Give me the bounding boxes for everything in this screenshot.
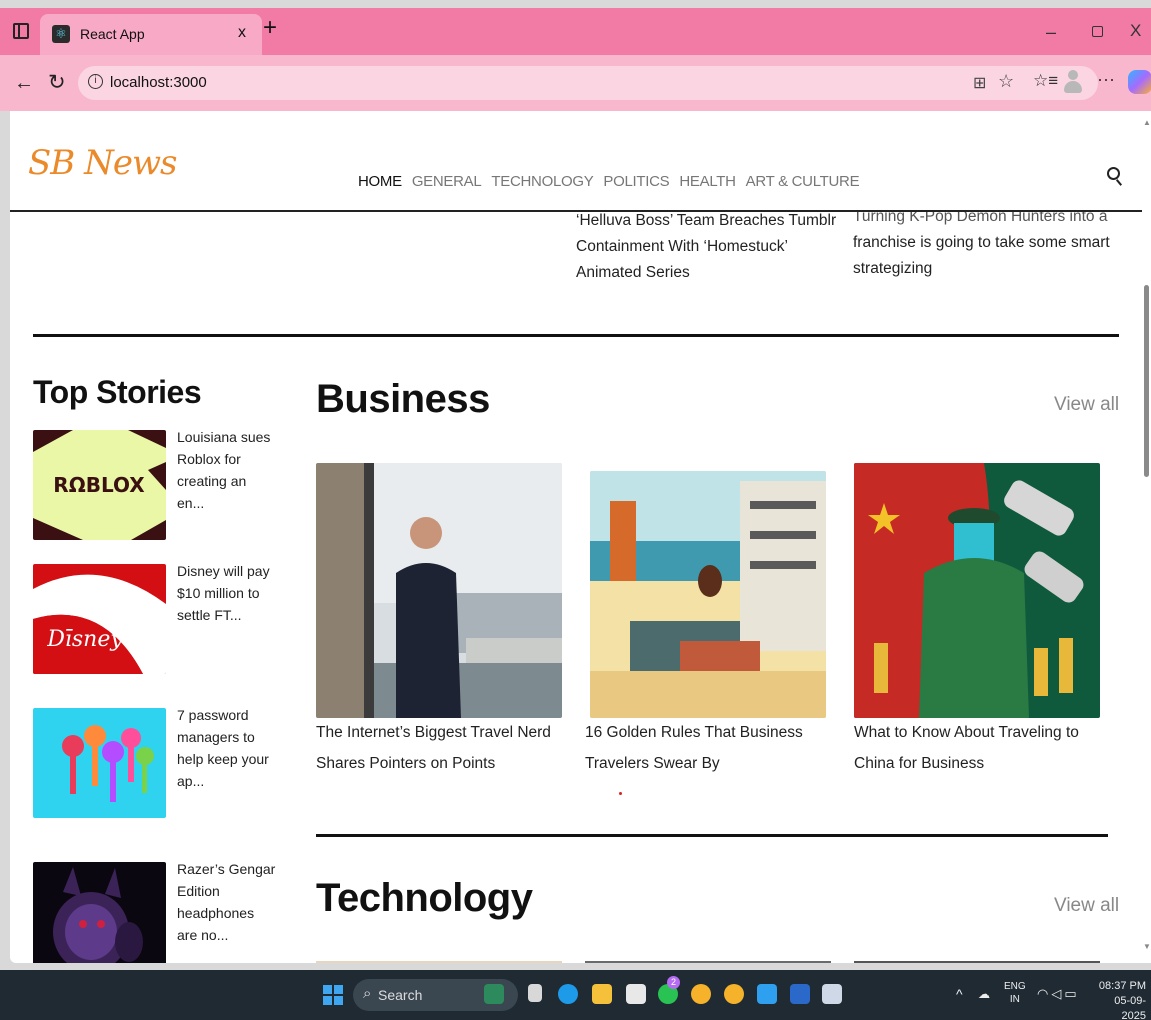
- top-story-title[interactable]: Razer’s Gengar Edition headphones are no…: [177, 858, 277, 946]
- edge-browser-icon[interactable]: [558, 984, 578, 1004]
- top-story-title[interactable]: 7 password managers to help keep your ap…: [177, 704, 277, 792]
- tray-overflow-icon[interactable]: ^: [956, 986, 963, 1002]
- minimize-button[interactable]: –: [1046, 22, 1056, 43]
- top-story-item[interactable]: 7 password managers to help keep your ap…: [33, 707, 303, 818]
- page-viewport: SB News HOME GENERAL TECHNOLOGY POLITICS…: [10, 111, 1142, 963]
- disney-thumbnail[interactable]: Dīsney: [33, 564, 166, 674]
- taskbar-search-label: Search: [378, 987, 423, 1003]
- article-snippet-kpop[interactable]: Turning K-Pop Demon Hunters into a franc…: [853, 204, 1113, 282]
- tab-title: React App: [80, 26, 145, 42]
- section-divider: [33, 334, 1119, 337]
- maximize-button[interactable]: [1092, 26, 1103, 37]
- search-icon[interactable]: [1107, 167, 1125, 189]
- app-available-icon[interactable]: ⊞: [973, 73, 986, 93]
- favorites-icon[interactable]: ☆≡: [1033, 71, 1058, 91]
- top-stories-heading: Top Stories: [33, 374, 202, 410]
- address-bar[interactable]: i localhost:3000 ⊞ ☆: [78, 66, 1098, 100]
- browser-tab[interactable]: ⚛ React App x: [40, 14, 262, 55]
- browser-toolbar: ← ↻ i localhost:3000 ⊞ ☆ ☆≡ ···: [0, 55, 1151, 111]
- top-story-item[interactable]: Razer’s Gengar Edition headphones are no…: [33, 861, 303, 963]
- clock-date: 05-09-2025: [1114, 995, 1146, 1020]
- svg-text:RΩBLOX: RΩBLOX: [53, 473, 145, 497]
- business-view-all-link[interactable]: View all: [1054, 394, 1119, 416]
- search-icon: ⌕: [363, 985, 372, 1002]
- react-favicon-icon: ⚛: [52, 25, 70, 43]
- scroll-down-icon[interactable]: ▼: [1143, 942, 1151, 951]
- red-dot-marker: [619, 792, 622, 795]
- svg-text:Dīsney: Dīsney: [46, 627, 123, 652]
- window-close-button[interactable]: X: [1130, 21, 1141, 41]
- tab-panel-icon[interactable]: [13, 23, 29, 39]
- nav-politics[interactable]: POLITICS: [603, 173, 669, 190]
- favorite-star-icon[interactable]: ☆: [998, 71, 1014, 92]
- stock-widget-icon[interactable]: [484, 984, 504, 1004]
- article-snippet-helluva[interactable]: ‘Helluva Boss’ Team Breaches Tumblr Cont…: [576, 208, 846, 286]
- page-scrollbar[interactable]: [1142, 111, 1151, 963]
- lang-top: ENG: [1004, 981, 1026, 992]
- notepad-icon[interactable]: [822, 984, 842, 1004]
- new-tab-button[interactable]: +: [263, 16, 277, 40]
- more-options-icon[interactable]: ···: [1097, 69, 1115, 90]
- business-card[interactable]: The Internet’s Biggest Travel Nerd Share…: [316, 463, 562, 783]
- file-explorer-icon[interactable]: [592, 984, 612, 1004]
- copilot-icon[interactable]: [1128, 70, 1151, 94]
- windows-start-icon[interactable]: [323, 985, 343, 1005]
- nav-health[interactable]: HEALTH: [679, 173, 736, 190]
- technology-heading: Technology: [316, 876, 533, 920]
- business-card[interactable]: 16 Golden Rules That Business Travelers …: [585, 463, 831, 783]
- site-header: SB News HOME GENERAL TECHNOLOGY POLITICS…: [10, 111, 1142, 212]
- url-text[interactable]: localhost:3000: [110, 74, 207, 91]
- windows-taskbar: ⌕ Search 2 ^ ☁ ENG IN ◠◁▭ 08:37 PM 05-09…: [0, 970, 1151, 1020]
- section-divider: [316, 834, 1108, 837]
- word-icon[interactable]: [790, 984, 810, 1004]
- business-heading: Business: [316, 377, 490, 421]
- nav-technology[interactable]: TECHNOLOGY: [491, 173, 593, 190]
- business-card[interactable]: What to Know About Traveling to China fo…: [854, 463, 1100, 783]
- tech-card-image-edge: [316, 961, 562, 963]
- nav-home[interactable]: HOME: [358, 173, 402, 190]
- wifi-volume-battery-icons[interactable]: ◠◁▭: [1037, 986, 1080, 1002]
- password-keys-thumbnail[interactable]: [33, 708, 166, 818]
- tech-card-image-edge: [585, 961, 831, 963]
- lang-bottom: IN: [1009, 994, 1020, 1005]
- golden-rules-image[interactable]: [590, 471, 826, 718]
- onedrive-icon[interactable]: ☁: [978, 987, 990, 1001]
- card-title[interactable]: The Internet’s Biggest Travel Nerd Share…: [316, 717, 562, 779]
- gengar-headphones-thumbnail[interactable]: [33, 862, 166, 963]
- top-story-title[interactable]: Louisiana sues Roblox for creating an en…: [177, 426, 277, 514]
- travel-nerd-image[interactable]: [316, 463, 562, 718]
- clock-time: 08:37 PM: [1098, 980, 1146, 992]
- site-logo[interactable]: SB News: [28, 143, 178, 183]
- chrome-profile-icon[interactable]: [724, 984, 744, 1004]
- scroll-up-icon[interactable]: ▲: [1143, 118, 1151, 127]
- language-indicator[interactable]: ENG IN: [1004, 980, 1026, 1006]
- taskbar-clock[interactable]: 08:37 PM 05-09-2025: [1094, 979, 1146, 1020]
- card-title[interactable]: 16 Golden Rules That Business Travelers …: [585, 717, 831, 779]
- chrome-icon[interactable]: [691, 984, 711, 1004]
- tech-card-image-edge: [854, 961, 1100, 963]
- reload-icon[interactable]: ↻: [48, 70, 66, 95]
- whatsapp-icon[interactable]: 2: [658, 976, 680, 1004]
- nav-general[interactable]: GENERAL: [412, 173, 482, 190]
- nav-art-culture[interactable]: ART & CULTURE: [746, 173, 860, 190]
- top-story-item[interactable]: Dīsney Disney will pay $10 million to se…: [33, 563, 303, 674]
- main-nav: HOME GENERAL TECHNOLOGY POLITICS HEALTH …: [358, 173, 860, 190]
- task-view-icon[interactable]: [528, 984, 542, 1002]
- vscode-icon[interactable]: [757, 984, 777, 1004]
- roblox-thumbnail[interactable]: RΩBLOX: [33, 430, 166, 540]
- card-title[interactable]: What to Know About Traveling to China fo…: [854, 717, 1100, 779]
- tab-close-button[interactable]: x: [238, 24, 246, 42]
- store-icon[interactable]: [626, 984, 646, 1004]
- notification-badge: 2: [667, 976, 680, 989]
- china-business-image[interactable]: [854, 463, 1100, 718]
- top-story-item[interactable]: RΩBLOX Louisiana sues Roblox for creatin…: [33, 429, 303, 540]
- article-snippet-kpop-text: franchise is going to take some smart st…: [853, 234, 1110, 277]
- scrollbar-thumb[interactable]: [1144, 285, 1149, 477]
- technology-view-all-link[interactable]: View all: [1054, 895, 1119, 917]
- back-arrow-icon[interactable]: ←: [14, 72, 34, 95]
- browser-tabbar: ⚛ React App x + – X: [0, 8, 1151, 55]
- top-story-title[interactable]: Disney will pay $10 million to settle FT…: [177, 560, 277, 626]
- profile-avatar-icon[interactable]: [1063, 70, 1083, 94]
- site-info-icon[interactable]: i: [88, 74, 103, 89]
